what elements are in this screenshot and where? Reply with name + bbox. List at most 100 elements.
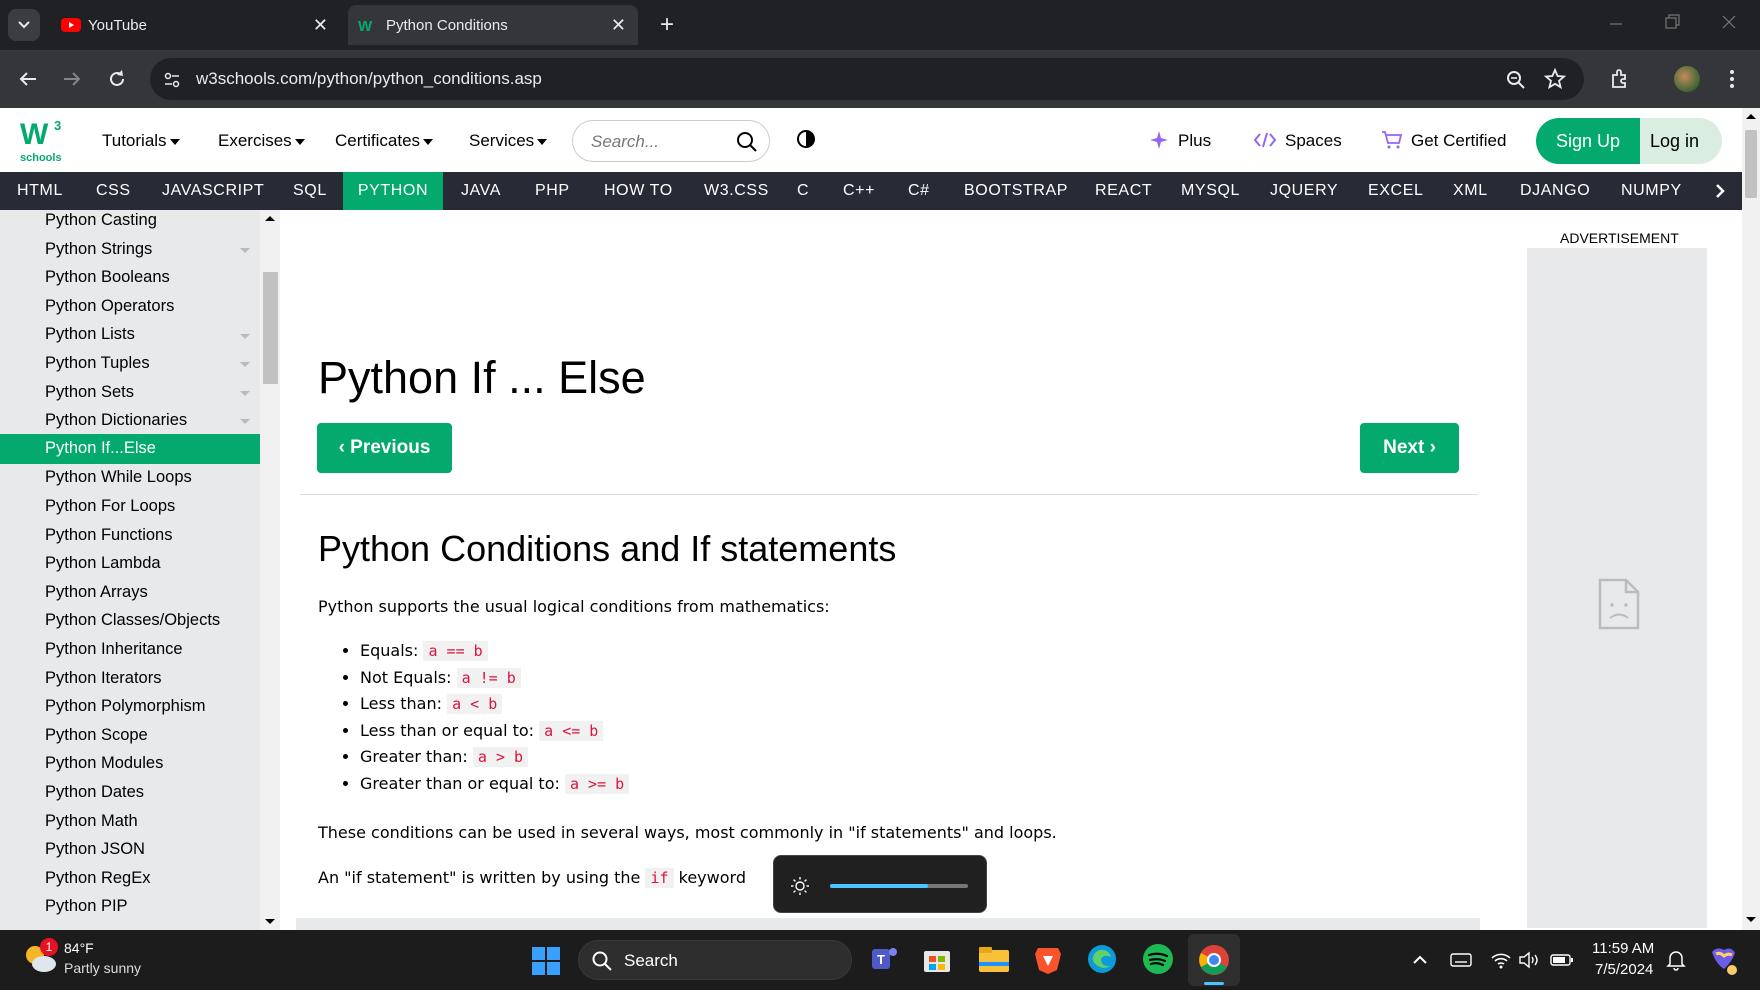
- sidebar-item[interactable]: Python Iterators: [0, 668, 260, 696]
- topnav-item[interactable]: NUMPY: [1621, 172, 1682, 210]
- weather-widget[interactable]: 1 84°F Partly sunny: [20, 938, 180, 982]
- scroll-down-icon[interactable]: [264, 918, 276, 926]
- file-explorer-icon[interactable]: [977, 942, 1011, 976]
- sidebar-item[interactable]: Python Lambda: [0, 553, 260, 581]
- menu-tutorials[interactable]: Tutorials: [102, 131, 180, 151]
- tab-youtube[interactable]: YouTube ✕: [50, 5, 340, 45]
- sidebar-item[interactable]: Python Scope: [0, 725, 260, 753]
- topnav-item[interactable]: JAVASCRIPT: [162, 172, 264, 210]
- volume-icon[interactable]: [1518, 950, 1540, 970]
- topnav-item[interactable]: DJANGO: [1520, 172, 1590, 210]
- sidebar-item[interactable]: Python Strings: [0, 239, 260, 267]
- minimize-button[interactable]: [1606, 12, 1626, 32]
- sidebar-item[interactable]: Python Inheritance: [0, 639, 260, 667]
- topnav-item[interactable]: REACT: [1095, 172, 1152, 210]
- next-button[interactable]: Next ›: [1360, 423, 1459, 473]
- sidebar-item[interactable]: Python Functions: [0, 525, 260, 553]
- topnav-item[interactable]: C++: [843, 172, 875, 210]
- sidebar-item[interactable]: Python PIP: [0, 896, 260, 924]
- topnav-item[interactable]: XML: [1453, 172, 1488, 210]
- topnav-item-active[interactable]: PYTHON: [343, 172, 443, 210]
- sidebar-item[interactable]: Python Classes/Objects: [0, 610, 260, 638]
- sidebar-item[interactable]: Python Math: [0, 811, 260, 839]
- contrast-toggle-icon[interactable]: [796, 129, 816, 149]
- clock-time[interactable]: 11:59 AM: [1592, 940, 1654, 957]
- log-in-button[interactable]: Log in: [1640, 118, 1722, 164]
- address-bar[interactable]: w3schools.com/python/python_conditions.a…: [150, 58, 1584, 100]
- clock-date[interactable]: 7/5/2024: [1595, 961, 1653, 978]
- copilot-icon[interactable]: [1706, 944, 1740, 978]
- sidebar-item[interactable]: Python Polymorphism: [0, 696, 260, 724]
- page-scrollbar-thumb[interactable]: [1745, 130, 1757, 198]
- sidebar-scrollbar-thumb[interactable]: [263, 272, 278, 384]
- topnav-item[interactable]: C#: [908, 172, 930, 210]
- edge-browser-icon[interactable]: [1085, 942, 1119, 976]
- chevron-right-icon[interactable]: [1712, 182, 1728, 200]
- w3schools-logo[interactable]: W 3 schools: [18, 114, 70, 166]
- more-options-icon[interactable]: [1722, 67, 1742, 91]
- sidebar-item[interactable]: Python For Loops: [0, 496, 260, 524]
- close-window-button[interactable]: [1719, 12, 1739, 32]
- star-icon[interactable]: [1544, 68, 1566, 90]
- expand-arrow-icon[interactable]: [240, 334, 250, 339]
- topnav-item[interactable]: BOOTSTRAP: [964, 172, 1068, 210]
- taskbar-search[interactable]: Search: [578, 940, 852, 980]
- scroll-up-icon[interactable]: [1745, 112, 1757, 120]
- microsoft-store-icon[interactable]: [920, 942, 954, 976]
- tab-search-button[interactable]: [8, 9, 40, 41]
- site-info-icon[interactable]: [162, 70, 182, 90]
- reload-icon[interactable]: [105, 67, 129, 91]
- topnav-item[interactable]: JQUERY: [1270, 172, 1338, 210]
- get-certified-link[interactable]: Get Certified: [1411, 131, 1506, 151]
- sidebar-item-active[interactable]: Python If...Else: [0, 434, 260, 464]
- chrome-taskbar-item-active[interactable]: [1188, 934, 1240, 986]
- notification-bell-icon[interactable]: [1665, 949, 1687, 971]
- menu-exercises[interactable]: Exercises: [218, 131, 305, 151]
- extensions-icon[interactable]: [1608, 67, 1632, 91]
- menu-certificates[interactable]: Certificates: [335, 131, 434, 151]
- sidebar-item[interactable]: Python Operators: [0, 296, 260, 324]
- expand-arrow-icon[interactable]: [240, 362, 250, 367]
- topnav-item[interactable]: MYSQL: [1181, 172, 1240, 210]
- topnav-item[interactable]: PHP: [535, 172, 570, 210]
- spaces-link[interactable]: Spaces: [1285, 131, 1342, 151]
- brave-browser-icon[interactable]: [1031, 942, 1065, 976]
- sidebar-item[interactable]: Python Sets: [0, 382, 260, 410]
- new-tab-button[interactable]: +: [652, 10, 682, 40]
- close-icon[interactable]: ✕: [611, 15, 626, 36]
- back-arrow-icon[interactable]: [16, 67, 40, 91]
- page-scrollbar[interactable]: [1742, 108, 1760, 930]
- sign-up-button[interactable]: Sign Up: [1536, 118, 1640, 164]
- sidebar-item[interactable]: Python Booleans: [0, 267, 260, 295]
- sidebar-item[interactable]: Python While Loops: [0, 467, 260, 495]
- sidebar-item[interactable]: Python RegEx: [0, 868, 260, 896]
- sidebar-item[interactable]: Python Arrays: [0, 582, 260, 610]
- teams-icon[interactable]: T: [868, 942, 902, 976]
- sidebar-item[interactable]: Python Tuples: [0, 353, 260, 381]
- brightness-slider[interactable]: [830, 884, 968, 888]
- scroll-up-icon[interactable]: [264, 214, 276, 222]
- profile-avatar[interactable]: [1674, 66, 1700, 92]
- windows-start-icon[interactable]: [531, 946, 561, 976]
- plus-link[interactable]: Plus: [1178, 131, 1211, 151]
- keyboard-icon[interactable]: [1450, 950, 1472, 970]
- tab-python-conditions[interactable]: W Python Conditions ✕: [348, 5, 638, 45]
- restore-button[interactable]: [1662, 12, 1682, 32]
- sidebar-item[interactable]: Python Casting: [0, 210, 260, 238]
- chevron-up-icon[interactable]: [1410, 950, 1430, 970]
- previous-button[interactable]: ‹ Previous: [317, 423, 452, 473]
- battery-icon[interactable]: [1550, 950, 1574, 970]
- topnav-item[interactable]: HOW TO: [604, 172, 673, 210]
- close-icon[interactable]: ✕: [313, 15, 328, 36]
- menu-services[interactable]: Services: [469, 131, 548, 151]
- wifi-icon[interactable]: [1490, 950, 1512, 970]
- sidebar-item[interactable]: Python Dates: [0, 782, 260, 810]
- topnav-item[interactable]: HTML: [17, 172, 63, 210]
- topnav-item[interactable]: JAVA: [461, 172, 501, 210]
- forward-arrow-icon[interactable]: [60, 67, 84, 91]
- expand-arrow-icon[interactable]: [240, 391, 250, 396]
- topnav-item[interactable]: C: [797, 172, 809, 210]
- expand-arrow-icon[interactable]: [240, 419, 250, 424]
- search-input[interactable]: Search...: [572, 120, 770, 162]
- search-icon[interactable]: [735, 130, 759, 154]
